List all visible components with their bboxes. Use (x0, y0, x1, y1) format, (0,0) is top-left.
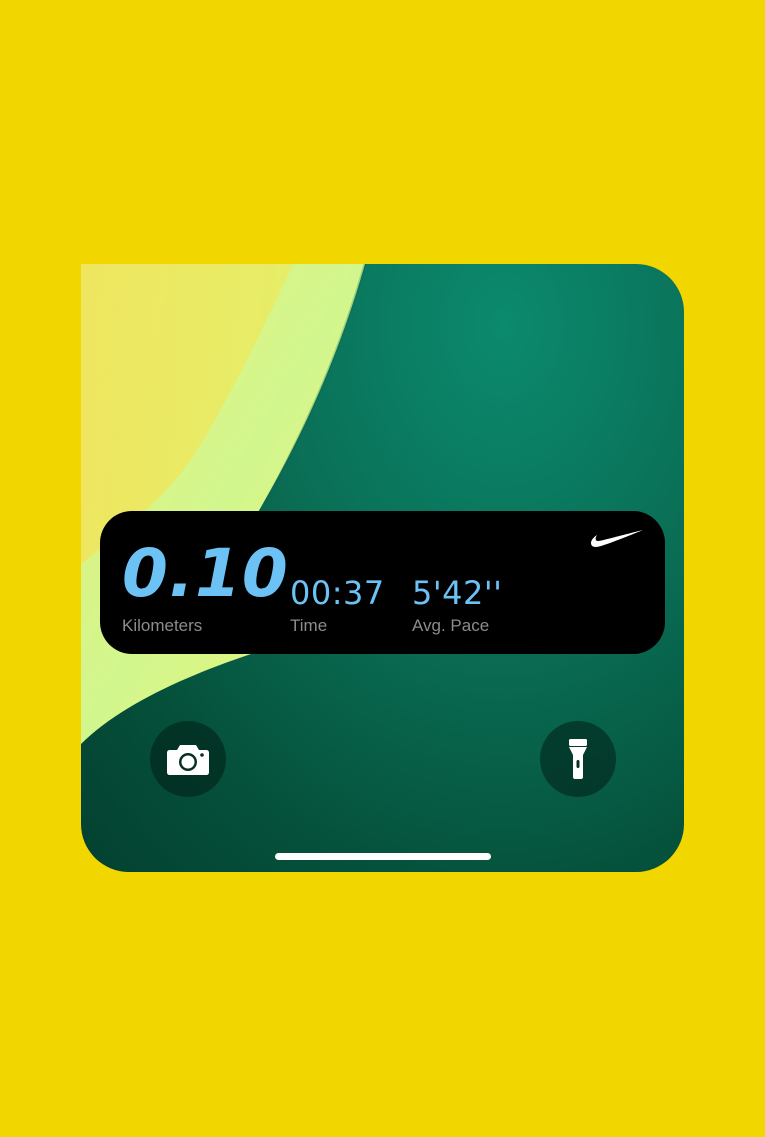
pace-label: Avg. Pace (412, 616, 490, 635)
camera-button[interactable] (150, 721, 226, 797)
camera-icon (167, 745, 209, 775)
home-indicator[interactable] (275, 853, 491, 860)
flashlight-icon (569, 739, 587, 779)
run-live-activity[interactable]: 0.10 Kilometers 00:37 Time 5'42'' Avg. P… (100, 511, 665, 654)
nike-swoosh-icon (591, 530, 643, 547)
pace-value: 5'42'' (412, 574, 503, 612)
flashlight-button[interactable] (540, 721, 616, 797)
time-value: 00:37 (290, 574, 385, 612)
time-label: Time (290, 616, 328, 635)
distance-value: 0.10 (122, 535, 289, 612)
distance-label: Kilometers (122, 616, 203, 635)
lock-screen: 0.10 Kilometers 00:37 Time 5'42'' Avg. P… (81, 264, 684, 872)
